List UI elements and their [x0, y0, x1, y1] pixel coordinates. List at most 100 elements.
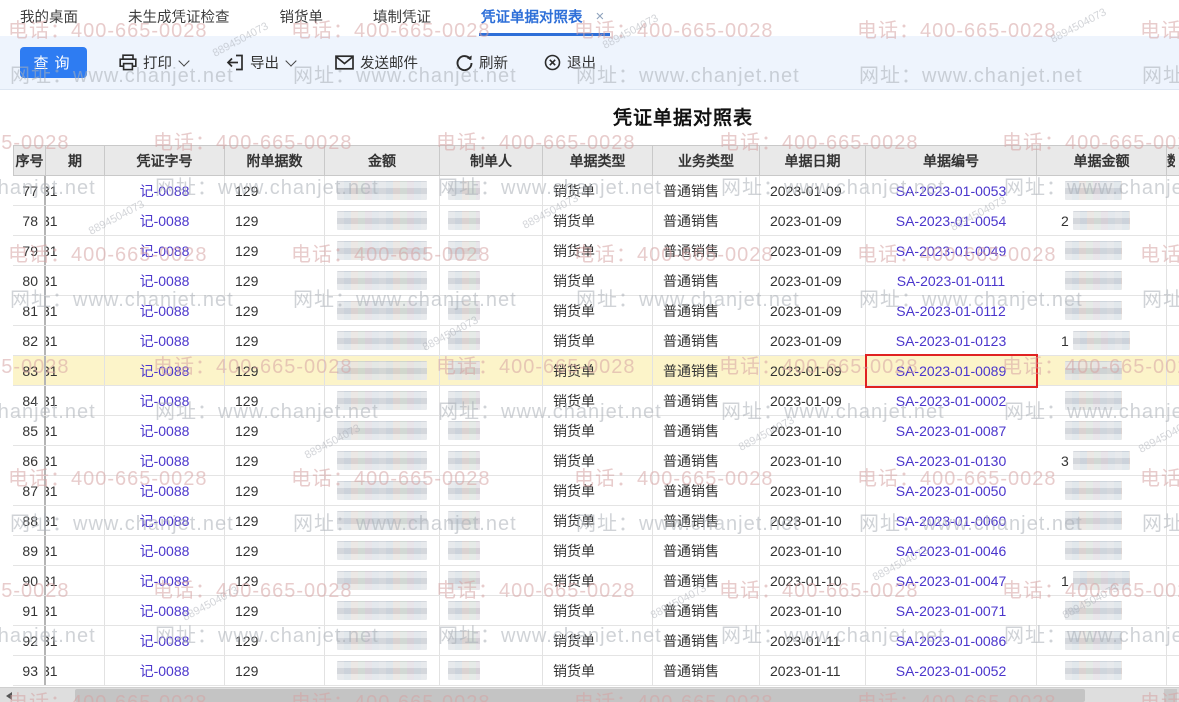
- cell-voucher: 记-0088: [105, 626, 225, 655]
- voucher-link[interactable]: 记-0088: [140, 301, 190, 321]
- export-button[interactable]: 导出: [226, 52, 297, 73]
- cell-seq: 79: [13, 236, 46, 265]
- cell-biz-type: 普通销售: [653, 656, 760, 685]
- table-row[interactable]: 8031 记-0088 129 销货单普通销售2023-01-09 SA-2023-01…: [13, 266, 1179, 296]
- doc-no-link[interactable]: SA-2023-01-0112: [896, 303, 1005, 319]
- tab-fill-voucher[interactable]: 填制凭证: [371, 0, 433, 36]
- cell-extra: [1167, 476, 1179, 505]
- table-row[interactable]: 8731 记-0088 129 销货单普通销售2023-01-10 SA-2023-01…: [13, 476, 1179, 506]
- refresh-button[interactable]: 刷新: [456, 52, 508, 73]
- table-row[interactable]: 8231 记-0088 129 销货单普通销售2023-01-09 SA-2023-01…: [13, 326, 1179, 356]
- horizontal-scrollbar[interactable]: [0, 687, 1179, 702]
- cell-date: 2023-01-10: [760, 536, 866, 565]
- scrollbar-thumb[interactable]: [75, 689, 1085, 702]
- cell-doc-type: 销货单: [543, 416, 653, 445]
- page-title: 凭证单据对照表: [613, 108, 754, 129]
- table-row[interactable]: 9231 记-0088 129 销货单普通销售2023-01-11 SA-2023-01…: [13, 626, 1179, 656]
- voucher-link[interactable]: 记-0088: [140, 631, 190, 651]
- voucher-link[interactable]: 记-0088: [140, 181, 190, 201]
- table-row[interactable]: 7831 记-0088 129 销货单普通销售2023-01-09 SA-2023-01…: [13, 206, 1179, 236]
- table-row[interactable]: 9331 记-0088 129 销货单普通销售2023-01-11 SA-2023-01…: [13, 656, 1179, 686]
- doc-no-link[interactable]: SA-2023-01-0060: [896, 513, 1007, 529]
- table-row[interactable]: 9131 记-0088 129 销货单普通销售2023-01-10 SA-2023-01…: [13, 596, 1179, 626]
- voucher-link[interactable]: 记-0088: [140, 511, 190, 531]
- table-row[interactable]: 8631 记-0088 129 销货单普通销售2023-01-10 SA-2023-01…: [13, 446, 1179, 476]
- tab-my-desktop[interactable]: 我的桌面: [18, 0, 80, 36]
- column-header-biz-type: 业务类型: [653, 146, 760, 175]
- voucher-link[interactable]: 记-0088: [140, 271, 190, 291]
- redacted-amount: [337, 601, 427, 620]
- doc-no-link[interactable]: SA-2023-01-0087: [896, 423, 1007, 439]
- cell-extra: [1167, 536, 1179, 565]
- doc-no-link[interactable]: SA-2023-01-0071: [896, 603, 1007, 619]
- voucher-link[interactable]: 记-0088: [140, 571, 190, 591]
- doc-no-link[interactable]: SA-2023-01-0050: [896, 483, 1007, 499]
- tab-sales-order[interactable]: 销货单: [278, 0, 326, 36]
- table-row[interactable]: 8131 记-0088 129 销货单普通销售2023-01-09 SA-2023-01…: [13, 296, 1179, 326]
- table-row[interactable]: 8531 记-0088 129 销货单普通销售2023-01-10 SA-2023-01…: [13, 416, 1179, 446]
- voucher-link[interactable]: 记-0088: [140, 331, 190, 351]
- cell-biz-type: 普通销售: [653, 596, 760, 625]
- voucher-link[interactable]: 记-0088: [140, 211, 190, 231]
- table-row[interactable]: 9031 记-0088 129 销货单普通销售2023-01-10 SA-2023-01…: [13, 566, 1179, 596]
- query-button[interactable]: 查询: [20, 47, 87, 78]
- redacted-amount: [337, 421, 427, 440]
- cell-seq: 93: [13, 656, 46, 685]
- cell-attach: 129: [225, 656, 325, 685]
- cell-attach: 129: [225, 596, 325, 625]
- doc-no-link[interactable]: SA-2023-01-0086: [896, 633, 1007, 649]
- doc-no-link[interactable]: SA-2023-01-0130: [896, 453, 1007, 469]
- table-row[interactable]: 8431 记-0088 129 销货单普通销售2023-01-09 SA-2023-01…: [13, 386, 1179, 416]
- redacted-doc-amount: [1072, 571, 1130, 590]
- redacted-maker: [448, 481, 480, 500]
- redacted-amount: [337, 181, 427, 200]
- redacted-amount: [337, 391, 427, 410]
- voucher-link[interactable]: 记-0088: [140, 481, 190, 501]
- doc-no-link[interactable]: SA-2023-01-0052: [896, 663, 1007, 679]
- cell-period: 31: [46, 236, 105, 265]
- voucher-link[interactable]: 记-0088: [140, 391, 190, 411]
- scroll-left-arrow-icon[interactable]: [6, 692, 12, 700]
- redacted-maker: [448, 511, 480, 530]
- redacted-doc-amount: [1065, 421, 1122, 440]
- doc-no-link[interactable]: SA-2023-01-0054: [896, 213, 1007, 229]
- doc-no-link[interactable]: SA-2023-01-0123: [896, 333, 1007, 349]
- cell-amount: [325, 176, 440, 205]
- cell-extra: [1167, 656, 1179, 685]
- doc-no-link[interactable]: SA-2023-01-0049: [896, 243, 1007, 259]
- doc-no-link[interactable]: SA-2023-01-0111: [897, 273, 1005, 289]
- voucher-link[interactable]: 记-0088: [140, 661, 190, 681]
- cell-voucher: 记-0088: [105, 476, 225, 505]
- voucher-link[interactable]: 记-0088: [140, 451, 190, 471]
- redacted-amount: [337, 241, 427, 260]
- cell-maker: [440, 176, 543, 205]
- voucher-link[interactable]: 记-0088: [140, 421, 190, 441]
- cell-seq: 80: [13, 266, 46, 295]
- voucher-link[interactable]: 记-0088: [140, 541, 190, 561]
- close-tab-icon[interactable]: ×: [596, 8, 605, 25]
- cell-extra: [1167, 236, 1179, 265]
- voucher-link[interactable]: 记-0088: [140, 241, 190, 261]
- voucher-link[interactable]: 记-0088: [140, 601, 190, 621]
- cell-doc-type: 销货单: [543, 476, 653, 505]
- cell-voucher: 记-0088: [105, 326, 225, 355]
- tab-voucher-check[interactable]: 未生成凭证检查: [126, 0, 232, 36]
- doc-no-link[interactable]: SA-2023-01-0053: [896, 183, 1007, 199]
- voucher-link[interactable]: 记-0088: [140, 361, 190, 381]
- doc-no-link[interactable]: SA-2023-01-0047: [896, 573, 1007, 589]
- tab-voucher-doc-comparison[interactable]: 凭证单据对照表 ×: [479, 0, 611, 36]
- print-button[interactable]: 打印: [119, 52, 190, 73]
- table-row[interactable]: 7931 记-0088 129 销货单普通销售2023-01-09 SA-2023-01…: [13, 236, 1179, 266]
- doc-no-link[interactable]: SA-2023-01-0002: [896, 393, 1007, 409]
- exit-button[interactable]: 退出: [544, 52, 596, 73]
- table-row[interactable]: 7731 记-0088 129 销货单普通销售2023-01-09 SA-2023-01…: [13, 176, 1179, 206]
- cell-period: 31: [46, 506, 105, 535]
- cell-attach: 129: [225, 416, 325, 445]
- table-row[interactable]: 8831 记-0088 129 销货单普通销售2023-01-10 SA-2023-01…: [13, 506, 1179, 536]
- cell-amount: [325, 506, 440, 535]
- table-row[interactable]: 8931 记-0088 129 销货单普通销售2023-01-10 SA-2023-01…: [13, 536, 1179, 566]
- redacted-doc-amount: [1065, 301, 1122, 320]
- cell-seq: 86: [13, 446, 46, 475]
- send-mail-button[interactable]: 发送邮件: [335, 52, 418, 73]
- doc-no-link[interactable]: SA-2023-01-0046: [896, 543, 1007, 559]
